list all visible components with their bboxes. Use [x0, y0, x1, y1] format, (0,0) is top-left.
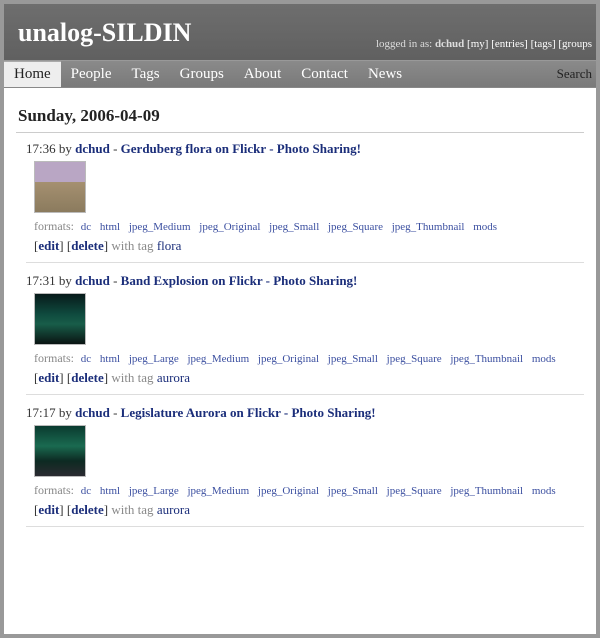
nav-news[interactable]: News [358, 62, 412, 87]
entry-thumbnail[interactable] [34, 161, 86, 213]
format-link[interactable]: jpeg_Original [199, 221, 260, 233]
entry-time: 17:36 [26, 141, 56, 156]
formats-label: formats: [34, 483, 74, 497]
format-link[interactable]: jpeg_Small [328, 353, 378, 365]
formats-label: formats: [34, 219, 74, 233]
entry-head: 17:17 by dchud - Legislature Aurora on F… [26, 405, 584, 421]
entry-user-link[interactable]: dchud [75, 405, 110, 420]
format-link[interactable]: jpeg_Square [387, 353, 442, 365]
format-link[interactable]: dc [81, 485, 91, 497]
entries-list: 17:36 by dchud - Gerduberg flora on Flic… [16, 141, 584, 527]
content: Sunday, 2006-04-09 17:36 by dchud - Gerd… [4, 88, 596, 549]
format-link[interactable]: jpeg_Square [387, 485, 442, 497]
entry: 17:17 by dchud - Legislature Aurora on F… [26, 405, 584, 527]
entry-time: 17:31 [26, 273, 56, 288]
tag-prefix: with tag [111, 238, 153, 253]
format-link[interactable]: jpeg_Original [258, 353, 319, 365]
entry-title-link[interactable]: Gerduberg flora on Flickr - Photo Sharin… [121, 141, 361, 156]
entry-actions: [edit] [delete] with tag aurora [34, 502, 584, 518]
edit-link[interactable]: edit [38, 238, 59, 253]
entry-actions: [edit] [delete] with tag flora [34, 238, 584, 254]
format-link[interactable]: jpeg_Original [258, 485, 319, 497]
entry-user-link[interactable]: dchud [75, 141, 110, 156]
format-link[interactable]: mods [532, 353, 556, 365]
entry-sep: - [113, 141, 117, 156]
nav-tags[interactable]: Tags [122, 62, 170, 87]
format-link[interactable]: html [100, 485, 120, 497]
entry-head: 17:36 by dchud - Gerduberg flora on Flic… [26, 141, 584, 157]
edit-link[interactable]: edit [38, 502, 59, 517]
nav-groups[interactable]: Groups [170, 62, 234, 87]
format-link[interactable]: jpeg_Thumbnail [392, 221, 465, 233]
edit-link[interactable]: edit [38, 370, 59, 385]
format-link[interactable]: jpeg_Small [328, 485, 378, 497]
entry-title-link[interactable]: Band Explosion on Flickr - Photo Sharing… [121, 273, 358, 288]
format-link[interactable]: html [100, 353, 120, 365]
entry-title-link[interactable]: Legislature Aurora on Flickr - Photo Sha… [121, 405, 376, 420]
nav-home[interactable]: Home [4, 61, 61, 87]
page-frame: unalog-SILDIN logged in as: dchud [my] [… [0, 0, 600, 638]
format-link[interactable]: jpeg_Small [269, 221, 319, 233]
format-link[interactable]: dc [81, 353, 91, 365]
entry-head: 17:31 by dchud - Band Explosion on Flick… [26, 273, 584, 289]
date-heading: Sunday, 2006-04-09 [18, 106, 584, 126]
login-prefix: logged in as: [376, 38, 435, 50]
formats-label: formats: [34, 351, 74, 365]
format-link[interactable]: jpeg_Thumbnail [450, 353, 523, 365]
nav-bar: Home People Tags Groups About Contact Ne… [4, 60, 596, 88]
entry-thumbnail[interactable] [34, 425, 86, 477]
format-link[interactable]: html [100, 221, 120, 233]
entry-by-label: by [59, 405, 72, 420]
delete-link[interactable]: delete [71, 370, 103, 385]
entry-thumbnail[interactable] [34, 293, 86, 345]
format-link[interactable]: dc [81, 221, 91, 233]
entry-by-label: by [59, 273, 72, 288]
format-link[interactable]: jpeg_Medium [187, 485, 249, 497]
entry-formats: formats: dc html jpeg_Large jpeg_Medium … [34, 483, 584, 498]
nav-people[interactable]: People [61, 62, 122, 87]
date-rule [16, 132, 584, 133]
entry-actions: [edit] [delete] with tag aurora [34, 370, 584, 386]
format-link[interactable]: jpeg_Medium [129, 221, 191, 233]
entry-sep: - [113, 405, 117, 420]
entry-user-link[interactable]: dchud [75, 273, 110, 288]
entry-formats: formats: dc html jpeg_Large jpeg_Medium … [34, 351, 584, 366]
format-link[interactable]: jpeg_Large [129, 485, 179, 497]
format-link[interactable]: jpeg_Medium [187, 353, 249, 365]
tag-link[interactable]: aurora [157, 502, 190, 517]
login-user[interactable]: dchud [435, 38, 464, 50]
entry-sep: - [113, 273, 117, 288]
entry-time: 17:17 [26, 405, 56, 420]
login-link-entries[interactable]: [entries] [491, 38, 528, 50]
format-link[interactable]: jpeg_Large [129, 353, 179, 365]
format-link[interactable]: jpeg_Square [328, 221, 383, 233]
header: unalog-SILDIN logged in as: dchud [my] [… [4, 4, 596, 60]
format-link[interactable]: jpeg_Thumbnail [450, 485, 523, 497]
entry-formats: formats: dc html jpeg_Medium jpeg_Origin… [34, 219, 584, 234]
format-link[interactable]: mods [532, 485, 556, 497]
tag-prefix: with tag [111, 502, 153, 517]
nav-about[interactable]: About [234, 62, 292, 87]
login-link-tags[interactable]: [tags] [531, 38, 556, 50]
entry-by-label: by [59, 141, 72, 156]
nav-search-label[interactable]: Search [557, 66, 596, 82]
entry: 17:31 by dchud - Band Explosion on Flick… [26, 273, 584, 395]
entry: 17:36 by dchud - Gerduberg flora on Flic… [26, 141, 584, 263]
format-link[interactable]: mods [473, 221, 497, 233]
tag-link[interactable]: aurora [157, 370, 190, 385]
tag-link[interactable]: flora [157, 238, 182, 253]
tag-prefix: with tag [111, 370, 153, 385]
login-link-groups[interactable]: [groups [558, 38, 592, 50]
delete-link[interactable]: delete [71, 238, 103, 253]
login-link-my[interactable]: [my] [467, 38, 488, 50]
nav-contact[interactable]: Contact [291, 62, 358, 87]
login-bar: logged in as: dchud [my] [entries] [tags… [376, 38, 592, 50]
delete-link[interactable]: delete [71, 502, 103, 517]
